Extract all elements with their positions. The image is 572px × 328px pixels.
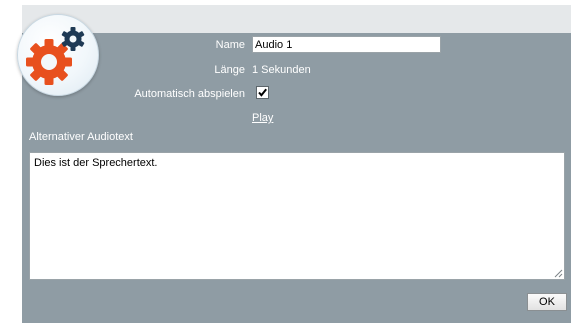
dialog-header-strip: [22, 5, 571, 33]
name-input[interactable]: [252, 36, 441, 53]
checkmark-icon: [258, 88, 267, 97]
alt-text-textarea[interactable]: Dies ist der Sprechertext.: [29, 152, 565, 280]
duration-value: 1 Sekunden: [252, 64, 311, 76]
play-link[interactable]: Play: [252, 111, 273, 125]
alt-text-label: Alternativer Audiotext: [29, 131, 133, 143]
resize-grip-icon[interactable]: [554, 269, 563, 278]
autoplay-checkbox[interactable]: [256, 86, 269, 99]
name-label: Name: [215, 39, 245, 51]
duration-label: Länge: [214, 64, 245, 76]
ok-button[interactable]: OK: [527, 293, 567, 311]
gears-icon: [17, 14, 99, 96]
autoplay-label: Automatisch abspielen: [134, 88, 245, 100]
